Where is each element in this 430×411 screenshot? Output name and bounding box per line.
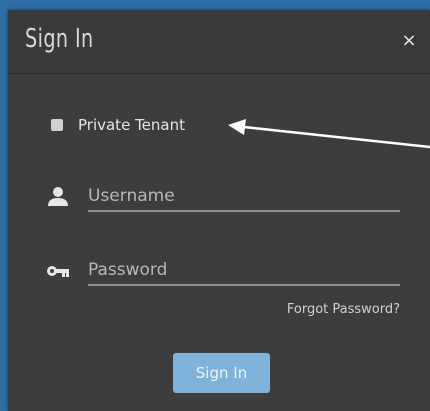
close-button[interactable]: ×: [398, 30, 420, 52]
private-tenant-label: Private Tenant: [78, 116, 185, 134]
password-field: [46, 256, 400, 286]
user-icon: [48, 187, 68, 206]
key-icon: [47, 266, 69, 277]
private-tenant-checkbox[interactable]: [51, 119, 63, 131]
forgot-password-link[interactable]: Forgot Password?: [287, 302, 400, 317]
page-backdrop: [0, 0, 430, 10]
dialog-header: Sign In ×: [8, 10, 430, 74]
dialog-title: Sign In: [25, 24, 94, 54]
close-icon: ×: [401, 30, 417, 51]
sign-in-button[interactable]: Sign In: [173, 353, 270, 393]
sign-in-dialog: Sign In × Private Tenant Forgot Password…: [8, 10, 430, 411]
username-input[interactable]: [88, 182, 400, 212]
private-tenant-row[interactable]: Private Tenant: [51, 114, 185, 136]
password-input[interactable]: [88, 256, 400, 286]
username-field: [46, 182, 400, 212]
